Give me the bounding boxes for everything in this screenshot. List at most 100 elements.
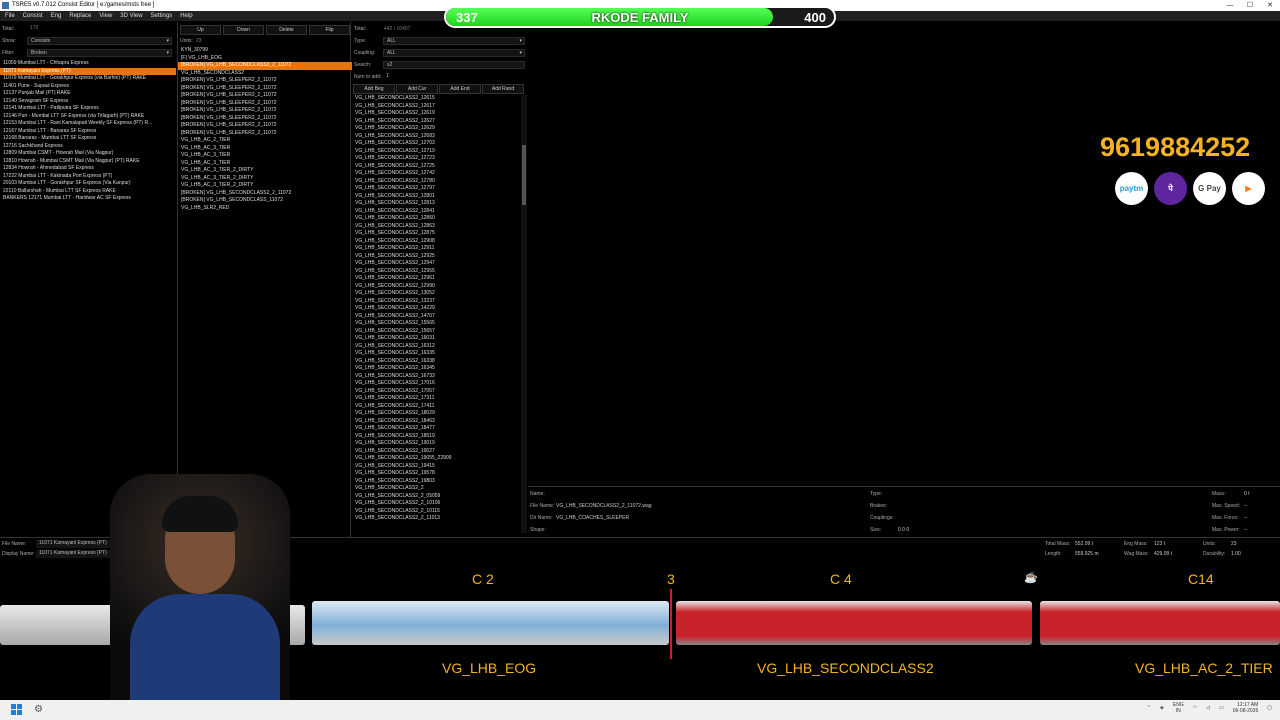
library-list-item[interactable]: VG_LHB_SECONDCLASS2_16345 [352,365,520,373]
menu-consist[interactable]: Consist [23,11,43,21]
unit-list-item[interactable]: [BROKEN] VG_LHB_SECONDCLASS_11072 [178,197,352,205]
library-list-item[interactable]: VG_LHB_SECONDCLASS2_17057 [352,388,520,396]
unit-list-item[interactable]: [BROKEN] VG_LHB_SLEEPER2_2_11072 [178,92,352,100]
consist-list-item[interactable]: 12141 Mumbai LTT - Patliputra SF Express [0,105,176,113]
consist-list-item[interactable]: 12834 Howrah - Ahmedabad SF Express [0,165,176,173]
library-list-item[interactable]: VG_LHB_SECONDCLASS2_16031 [352,335,520,343]
consist-list-item[interactable]: 11059 Mumbai LTT - Chhapra Express [0,60,176,68]
library-list-item[interactable]: VG_LHB_SECONDCLASS2_2_10106 [352,500,520,508]
library-list-item[interactable]: VG_LHB_SECONDCLASS2_2_05059 [352,493,520,501]
library-list-item[interactable]: VG_LHB_SECONDCLASS2_19019 [352,440,520,448]
menu-file[interactable]: File [5,11,15,21]
library-list-item[interactable]: VG_LHB_SECONDCLASS2_12990 [352,283,520,291]
library-list-item[interactable]: VG_LHB_SECONDCLASS2_17311 [352,395,520,403]
unit-list-item[interactable]: VG_LHB_AC_3_TIER [178,152,352,160]
library-list-item[interactable]: VG_LHB_SECONDCLASS2_2 [352,485,520,493]
library-list-item[interactable]: VG_LHB_SECONDCLASS2_12683 [352,133,520,141]
library-list-item[interactable]: VG_LHB_SECONDCLASS2_17016 [352,380,520,388]
library-list-item[interactable]: VG_LHB_SECONDCLASS2_12617 [352,103,520,111]
consist-list-item[interactable]: 12140 Sevagram SF Express [0,98,176,106]
library-list-item[interactable]: VG_LHB_SECONDCLASS2_12841 [352,208,520,216]
unit-list-item[interactable]: [BROKEN] VG_LHB_SLEEPER2_2_11072 [178,115,352,123]
menu-3d-view[interactable]: 3D View [120,11,142,21]
library-scrollbar[interactable] [521,95,527,533]
show-select[interactable]: Consists ▾ [27,37,172,45]
windows-start-icon[interactable] [11,704,22,715]
library-list-item[interactable]: VG_LHB_SECONDCLASS2_16733 [352,373,520,381]
library-list-item[interactable]: VG_LHB_SECONDCLASS2_15657 [352,328,520,336]
menu-eng[interactable]: Eng [51,11,62,21]
wifi-icon[interactable]: ◠ [1193,705,1197,711]
consist-list-item[interactable]: 12167 Mumbai LTT - Banaras SF Express [0,128,176,136]
library-list-item[interactable]: VG_LHB_SECONDCLASS2_12619 [352,110,520,118]
add-cur-button[interactable]: Add Cur [396,84,438,94]
unit-list-item[interactable]: VG_LHB_SLR2_RED [178,205,352,213]
library-list-item[interactable]: VG_LHB_SECONDCLASS2_16335 [352,350,520,358]
network-icon[interactable]: ◈ [1160,705,1164,711]
coach-secondclass2[interactable] [676,601,1032,645]
consist-list-item[interactable]: 12137 Punjab Mail (PT) RAKE [0,90,176,98]
coupling-select[interactable]: ALL ▾ [383,49,525,57]
consist-list-item[interactable]: 12168 Banaras - Mumbai LTT SF Express [0,135,176,143]
library-list-item[interactable]: VG_LHB_SECONDCLASS2_16312 [352,343,520,351]
library-list-item[interactable]: VG_LHB_SECONDCLASS2_19578 [352,470,520,478]
consist-list-item[interactable]: 11079 Mumbai LTT - Gorakhpur Express (vi… [0,75,176,83]
unit-list-item[interactable]: [BROKEN] VG_LHB_SLEEPER2_2_11072 [178,130,352,138]
library-list-item[interactable]: VG_LHB_SECONDCLASS2_12875 [352,230,520,238]
library-list-item[interactable]: VG_LHB_SECONDCLASS2_12615 [352,95,520,103]
consist-list-item[interactable]: 20103 Mumbai LTT - Gorakhpur SF Express … [0,180,176,188]
library-list-item[interactable]: VG_LHB_SECONDCLASS2_12911 [352,245,520,253]
delete-button[interactable]: Delete [266,25,307,35]
library-list-item[interactable]: VG_LHB_SECONDCLASS2_12629 [352,125,520,133]
unit-list-item[interactable]: VG_LHB_AC_3_TIER [178,145,352,153]
library-list-item[interactable]: VG_LHB_SECONDCLASS2_19415 [352,463,520,471]
consist-list-item[interactable]: 11401 Pune - Supaul Express [0,83,176,91]
library-list-item[interactable]: VG_LHB_SECONDCLASS2_12947 [352,260,520,268]
library-list-item[interactable]: VG_LHB_SECONDCLASS2_14229 [352,305,520,313]
consist-list-item[interactable]: 11071 Kamayani Express (PT) [0,67,176,75]
library-list-item[interactable]: VG_LHB_SECONDCLASS2_2_10115 [352,508,520,516]
library-list-item[interactable]: VG_LHB_SECONDCLASS2_15565 [352,320,520,328]
unit-list-item[interactable]: [BROKEN] VG_LHB_SECONDCLASS2_2_11072 [178,190,352,198]
consist-list-item[interactable]: 12146 Puri - Mumbai LTT SF Express (via … [0,113,176,121]
library-list-item[interactable]: VG_LHB_SECONDCLASS2_12719 [352,148,520,156]
chevron-up-icon[interactable]: ⌃ [1147,705,1151,711]
maximize-button[interactable]: ☐ [1240,0,1260,11]
unit-list-item[interactable]: VG_LHB_AC_3_TIER [178,160,352,168]
unit-list-item[interactable]: [BROKEN] VG_LHB_SLEEPER2_2_11072 [178,122,352,130]
library-list-item[interactable]: VG_LHB_SECONDCLASS2_12908 [352,238,520,246]
close-button[interactable]: ✕ [1260,0,1280,11]
library-list-item[interactable]: VG_LHB_SECONDCLASS2_18029 [352,410,520,418]
unit-list-item[interactable]: [BROKEN] VG_LHB_SLEEPER2_2_11072 [178,85,352,93]
notification-icon[interactable]: ▢ [1267,705,1272,711]
consist-list-item[interactable]: 12716 Sachkhand Express [0,143,176,151]
consist-list-item[interactable]: 22110 Ballarshah - Mumbai LTT SF Express… [0,188,176,196]
menu-help[interactable]: Help [180,11,192,21]
unit-list-item[interactable]: [BROKEN] VG_LHB_SLEEPER2_2_11072 [178,100,352,108]
library-list-item[interactable]: VG_LHB_SECONDCLASS2_19027 [352,448,520,456]
unit-list-item[interactable]: KYN_30799 [178,47,352,55]
consist-list-item[interactable]: 12153 Mumbai LTT - Rani Kamalapati Weekl… [0,120,176,128]
down-button[interactable]: Down [223,25,264,35]
up-button[interactable]: Up [180,25,221,35]
library-list-item[interactable]: VG_LHB_SECONDCLASS2_14707 [352,313,520,321]
battery-icon[interactable]: ▭ [1219,705,1224,711]
library-list-item[interactable]: VG_LHB_SECONDCLASS2_18477 [352,425,520,433]
menu-view[interactable]: View [99,11,112,21]
consist-list-item[interactable]: 17222 Mumbai LTT - Kakinada Port Express… [0,173,176,181]
consist-list-item[interactable]: 12810 Howrah - Mumbai CSMT Mail (Via Nag… [0,158,176,166]
library-list-item[interactable]: VG_LHB_SECONDCLASS2_12780 [352,178,520,186]
unit-list-item[interactable]: VG_LHB_AC_2_TIER [178,137,352,145]
3d-view[interactable] [528,22,1280,485]
library-list-item[interactable]: VG_LHB_SECONDCLASS2_12961 [352,275,520,283]
type-select[interactable]: ALL ▾ [383,37,525,45]
library-list-item[interactable]: VG_LHB_SECONDCLASS2_12813 [352,200,520,208]
library-list-item[interactable]: VG_LHB_SECONDCLASS2_16338 [352,358,520,366]
add-beg-button[interactable]: Add Beg [353,84,395,94]
search-input[interactable]: s2 [383,61,525,69]
language-indicator[interactable]: ENG IN [1173,702,1184,714]
add-end-button[interactable]: Add End [439,84,481,94]
library-list-item[interactable]: VG_LHB_SECONDCLASS2_12863 [352,223,520,231]
consist-list-item[interactable]: BANKERS 12171 Mumbai LTT - Haridwar AC S… [0,195,176,203]
library-list-item[interactable]: VG_LHB_SECONDCLASS2_12725 [352,163,520,171]
